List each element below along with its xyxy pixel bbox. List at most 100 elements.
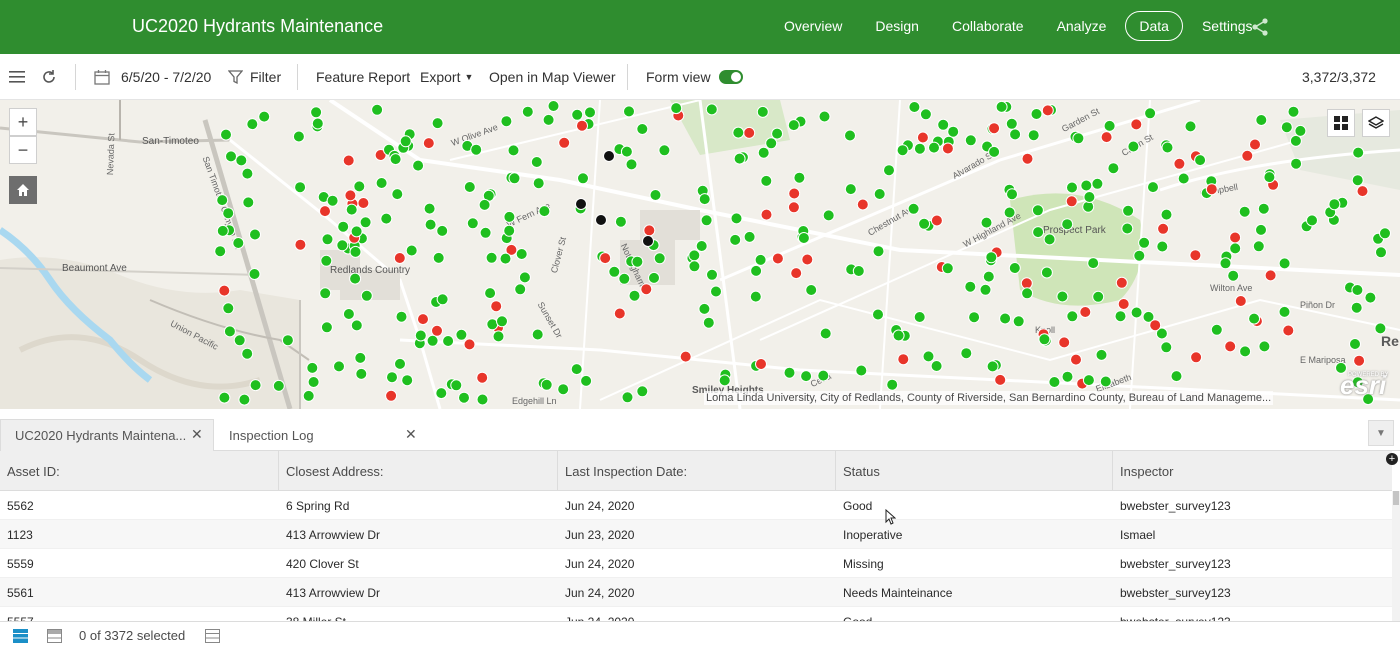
hamburger-icon[interactable] — [9, 70, 25, 84]
hydrant-marker-good[interactable] — [688, 260, 701, 273]
hydrant-marker-good[interactable] — [507, 144, 520, 157]
hydrant-marker-good[interactable] — [614, 215, 627, 228]
hydrant-marker-good[interactable] — [499, 252, 512, 265]
hydrant-marker-good[interactable] — [787, 119, 800, 132]
hydrant-marker-good[interactable] — [1012, 315, 1025, 328]
hydrant-marker-needs-attention[interactable] — [755, 358, 767, 370]
hydrant-marker-good[interactable] — [1066, 310, 1079, 323]
hydrant-marker-good[interactable] — [937, 118, 950, 131]
hydrant-marker-good[interactable] — [1066, 181, 1078, 194]
hydrant-marker-good[interactable] — [530, 156, 543, 168]
hydrant-marker-good[interactable] — [733, 152, 746, 165]
close-icon[interactable]: ✕ — [191, 426, 203, 443]
hydrant-marker-good[interactable] — [979, 283, 992, 296]
table-options-icon[interactable] — [205, 629, 220, 643]
hydrant-marker-good[interactable] — [649, 189, 662, 201]
hydrant-marker-good[interactable] — [822, 209, 835, 222]
hydrant-marker-good[interactable] — [705, 103, 718, 116]
hydrant-marker-good[interactable] — [531, 328, 544, 341]
hydrant-marker-good[interactable] — [249, 228, 261, 241]
hydrant-marker-needs-attention[interactable] — [1190, 351, 1203, 364]
hydrant-marker-needs-attention[interactable] — [1070, 353, 1082, 366]
hydrant-marker-good[interactable] — [542, 113, 555, 126]
hydrant-marker-needs-attention[interactable] — [1065, 195, 1078, 208]
hydrant-marker-good[interactable] — [986, 360, 999, 373]
hydrant-marker-good[interactable] — [718, 374, 731, 387]
hydrant-marker-good[interactable] — [532, 177, 545, 190]
hydrant-marker-good[interactable] — [999, 312, 1012, 325]
hydrant-marker-good[interactable] — [636, 123, 649, 135]
hydrant-marker-needs-attention[interactable] — [771, 252, 784, 265]
hydrant-marker-good[interactable] — [907, 202, 920, 215]
zoom-in-button[interactable]: + — [9, 108, 37, 136]
hydrant-marker-good[interactable] — [653, 252, 666, 265]
hydrant-marker-good[interactable] — [620, 145, 633, 158]
hydrant-marker-good[interactable] — [1147, 181, 1159, 194]
hydrant-marker-good[interactable] — [320, 321, 333, 334]
table-scrollbar[interactable] — [1392, 491, 1400, 621]
table-scrollbar-thumb[interactable] — [1393, 491, 1399, 505]
hydrant-marker-good[interactable] — [1184, 120, 1197, 133]
hydrant-marker-good[interactable] — [670, 102, 683, 115]
hydrant-marker-good[interactable] — [1130, 306, 1143, 319]
hydrant-marker-needs-attention[interactable] — [1149, 319, 1162, 332]
home-button[interactable] — [9, 176, 37, 204]
hydrant-marker-good[interactable] — [455, 328, 468, 341]
hydrant-marker-good[interactable] — [688, 249, 701, 262]
hydrant-marker-good[interactable] — [964, 280, 977, 293]
hydrant-marker-good[interactable] — [466, 217, 479, 230]
hydrant-marker-good[interactable] — [540, 378, 553, 391]
hydrant-marker-good[interactable] — [1021, 287, 1034, 300]
hydrant-marker-good[interactable] — [222, 302, 235, 315]
hydrant-marker-good[interactable] — [238, 393, 251, 406]
hydrant-marker-good[interactable] — [241, 167, 254, 180]
filter-button[interactable]: Filter — [250, 54, 281, 100]
hydrant-marker-needs-attention[interactable] — [856, 198, 869, 211]
hydrant-marker-good[interactable] — [648, 271, 660, 284]
hydrant-marker-good[interactable] — [947, 125, 960, 138]
hydrant-marker-needs-attention[interactable] — [643, 224, 656, 237]
hydrant-marker-good[interactable] — [729, 233, 742, 246]
hydrant-marker-good[interactable] — [1280, 121, 1293, 134]
hydrant-marker-needs-attention[interactable] — [1205, 183, 1218, 196]
hydrant-marker-good[interactable] — [702, 316, 715, 329]
hydrant-marker-good[interactable] — [479, 226, 492, 239]
hydrant-marker-needs-attention[interactable] — [1264, 269, 1277, 282]
hydrant-marker-good[interactable] — [1156, 240, 1169, 253]
hydrant-marker-good[interactable] — [1080, 179, 1093, 192]
hydrant-marker-good[interactable] — [1005, 117, 1018, 130]
show-selected-records-icon[interactable] — [47, 629, 62, 643]
hydrant-marker-needs-attention[interactable] — [1229, 231, 1242, 244]
hydrant-marker-good[interactable] — [350, 319, 363, 332]
hydrant-marker-good[interactable] — [258, 110, 271, 123]
hydrant-marker-good[interactable] — [1103, 119, 1116, 132]
hydrant-marker-good[interactable] — [883, 164, 895, 177]
hydrant-marker-good[interactable] — [294, 181, 307, 194]
hydrant-marker-good[interactable] — [435, 387, 448, 400]
hydrant-marker-good[interactable] — [218, 391, 231, 404]
hydrant-marker-good[interactable] — [216, 194, 229, 207]
hydrant-marker-good[interactable] — [793, 171, 806, 184]
hydrant-marker-good[interactable] — [896, 144, 909, 157]
hydrant-marker-good[interactable] — [913, 142, 926, 155]
hydrant-marker-good[interactable] — [1133, 249, 1146, 262]
feature-report-button[interactable]: Feature Report — [316, 54, 410, 100]
hydrant-marker-good[interactable] — [797, 232, 810, 244]
hydrant-marker-good[interactable] — [1030, 108, 1043, 120]
hydrant-marker-good[interactable] — [1351, 174, 1364, 187]
hydrant-marker-good[interactable] — [426, 334, 439, 347]
hydrant-marker-needs-attention[interactable] — [994, 373, 1007, 386]
hydrant-marker-needs-attention[interactable] — [1224, 340, 1237, 353]
hydrant-marker-good[interactable] — [371, 103, 384, 116]
hydrant-marker-good[interactable] — [515, 248, 528, 260]
tabs-menu-button[interactable]: ▼ — [1368, 420, 1394, 446]
hydrant-marker-needs-attention[interactable] — [1117, 298, 1130, 310]
hydrant-marker-good[interactable] — [424, 218, 437, 231]
hydrant-marker-good[interactable] — [1194, 154, 1207, 167]
hydrant-marker-good[interactable] — [503, 224, 516, 237]
tab-inspection-log[interactable]: Inspection Log — [215, 419, 425, 451]
hydrant-marker-good[interactable] — [872, 245, 885, 258]
hydrant-marker-good[interactable] — [1048, 376, 1061, 388]
hydrant-marker-good[interactable] — [333, 360, 345, 373]
hydrant-marker-good[interactable] — [423, 202, 436, 215]
